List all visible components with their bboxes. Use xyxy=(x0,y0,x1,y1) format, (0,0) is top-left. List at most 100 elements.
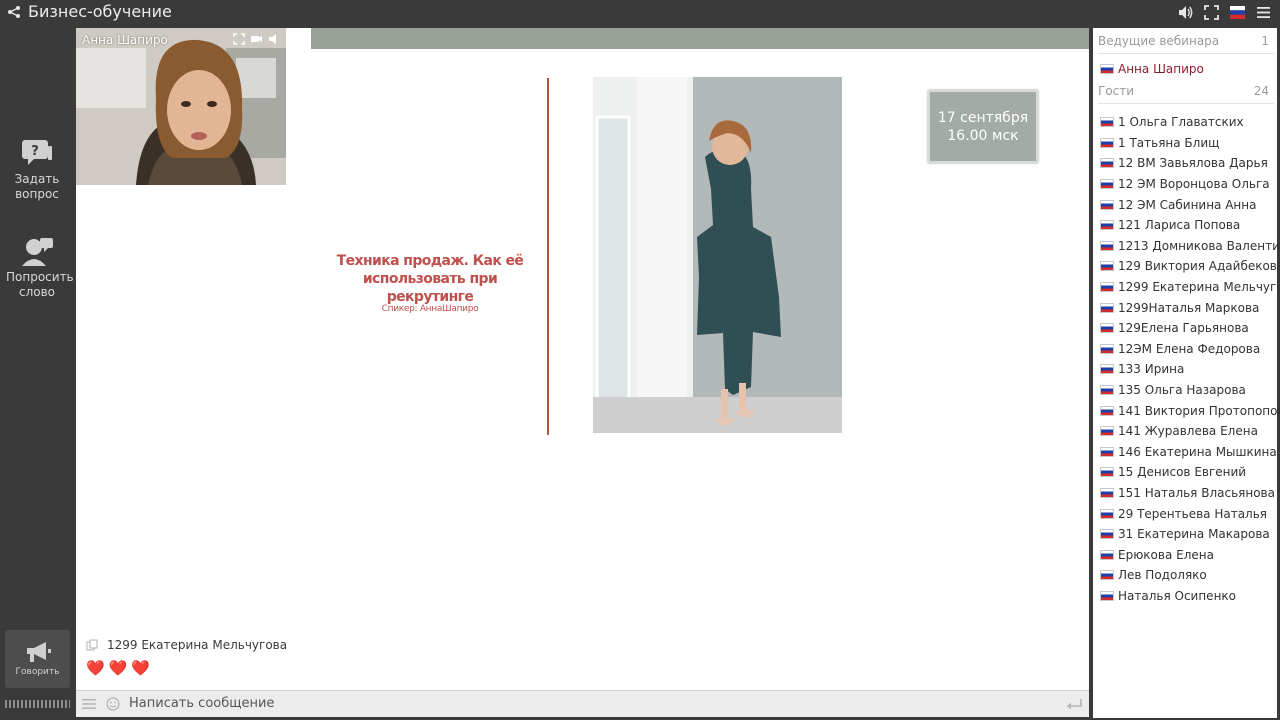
ask-question-button[interactable]: ? Задать вопрос xyxy=(0,138,74,202)
menu-icon[interactable] xyxy=(1255,4,1272,21)
heart-emoji: ❤️ xyxy=(108,659,128,677)
guest-item[interactable]: 141 Виктория Протопопова xyxy=(1100,400,1280,421)
heart-emoji: ❤️ xyxy=(131,659,151,677)
guest-item[interactable]: 1 Татьяна Блищ xyxy=(1100,133,1276,154)
guests-count: 24 xyxy=(1253,84,1269,98)
guest-item[interactable]: 129Елена Гарьянова xyxy=(1100,318,1276,339)
guest-item[interactable]: 1299 Екатерина Мельчугова xyxy=(1100,277,1280,298)
guest-item[interactable]: 135 Ольга Назарова xyxy=(1100,380,1276,401)
russia-flag-icon xyxy=(1100,529,1114,540)
guest-name: 141 Журавлева Елена xyxy=(1118,424,1258,439)
copy-icon[interactable] xyxy=(86,639,98,651)
guest-item[interactable]: 121 Лариса Попова xyxy=(1100,215,1276,236)
russia-flag-icon xyxy=(1100,467,1114,478)
fullscreen-icon[interactable] xyxy=(1203,4,1220,21)
guest-name: 133 Ирина xyxy=(1118,362,1185,377)
guest-item[interactable]: 12 ЭМ Воронцова Ольга xyxy=(1100,174,1276,195)
divider xyxy=(1098,103,1274,104)
guest-item[interactable]: 29 Терентьева Наталья xyxy=(1100,503,1276,524)
guest-item[interactable]: Ерюкова Елена xyxy=(1100,544,1276,565)
russia-flag-icon xyxy=(1100,426,1114,437)
guest-item[interactable]: 141 Журавлева Елена xyxy=(1100,421,1276,442)
russia-flag-icon xyxy=(1100,364,1114,375)
guest-name: 129Елена Гарьянова xyxy=(1118,321,1249,336)
guest-item[interactable]: 133 Ирина xyxy=(1100,359,1276,380)
guest-name: Лев Подоляко xyxy=(1118,568,1207,583)
guest-name: 15 Денисов Евгений xyxy=(1118,465,1247,480)
russia-flag-icon xyxy=(1100,199,1114,210)
emoji-icon[interactable] xyxy=(106,697,120,711)
volume-icon[interactable] xyxy=(1177,4,1194,21)
guest-name: 146 Екатерина Мышкина xyxy=(1118,444,1277,459)
top-bar: Бизнес-обучение xyxy=(0,0,1280,26)
question-bubble-icon: ? xyxy=(22,140,52,165)
guest-name: 1 Татьяна Блищ xyxy=(1118,135,1220,150)
guest-item[interactable]: Наталья Осипенко xyxy=(1100,586,1276,607)
ask-question-label: Задать вопрос xyxy=(14,172,60,201)
participants-panel: Ведущие вебинара 1 Анна Шапиро Гости 24 … xyxy=(1093,28,1280,718)
guest-name: 12ЭМ Елена Федорова xyxy=(1118,341,1261,356)
divider xyxy=(1098,53,1274,54)
date-line-1: 17 сентября xyxy=(937,110,1029,126)
russia-flag-icon xyxy=(1100,549,1114,560)
russia-flag-icon xyxy=(1100,323,1114,334)
guest-name: 135 Ольга Назарова xyxy=(1118,383,1246,398)
guest-name: 12 ЭМ Воронцова Ольга xyxy=(1118,177,1270,192)
guest-name: 1299 Екатерина Мельчугова xyxy=(1118,280,1280,295)
guest-name: 151 Наталья Власьянова xyxy=(1118,485,1275,500)
share-icon[interactable] xyxy=(7,5,21,19)
guest-item[interactable]: 12ЭМ Елена Федорова xyxy=(1100,339,1276,360)
host-name: Анна Шапиро xyxy=(1118,62,1204,76)
camera-icon[interactable] xyxy=(250,33,263,45)
guest-name: 29 Терентьева Наталья xyxy=(1118,506,1268,521)
guest-item[interactable]: 151 Наталья Власьянова xyxy=(1100,483,1276,504)
russia-flag-icon xyxy=(1100,343,1114,354)
webcam-video[interactable]: Анна Шапиро xyxy=(76,28,286,185)
list-icon[interactable] xyxy=(82,698,96,710)
expand-icon[interactable] xyxy=(233,33,245,45)
guest-item[interactable]: 146 Екатерина Мышкина xyxy=(1100,442,1277,463)
app-title: Бизнес-обучение xyxy=(28,2,172,21)
date-line-2: 16.00 мск xyxy=(947,128,1019,144)
speak-button[interactable]: Говорить xyxy=(5,630,70,688)
hosts-label: Ведущие вебинара xyxy=(1098,34,1220,48)
russia-flag-icon xyxy=(1100,261,1114,272)
guest-item[interactable]: 1213 Домникова Валентина xyxy=(1100,236,1280,257)
speak-label: Говорить xyxy=(15,667,60,677)
audio-level-bar xyxy=(5,700,70,708)
slide-divider xyxy=(547,78,549,435)
russia-flag-icon xyxy=(1100,405,1114,416)
guest-item[interactable]: Лев Подоляко xyxy=(1100,565,1276,586)
guest-item[interactable]: 129 Виктория Адайбекова xyxy=(1100,256,1280,277)
request-word-button[interactable]: Попросить слово xyxy=(0,236,74,300)
request-word-label: Попросить слово xyxy=(6,270,74,299)
guest-item[interactable]: 12 ВМ Завьялова Дарья xyxy=(1100,153,1276,174)
date-badge: 17 сентября 16.00 мск xyxy=(928,90,1038,163)
host-item[interactable]: Анна Шапиро xyxy=(1100,62,1204,76)
russia-flag-icon xyxy=(1100,64,1114,74)
guest-name: 1213 Домникова Валентина xyxy=(1118,238,1280,253)
russia-flag-icon xyxy=(1100,158,1114,169)
russia-flag-icon xyxy=(1100,446,1114,457)
megaphone-icon xyxy=(26,642,51,662)
russia-flag-icon xyxy=(1100,302,1114,313)
message-input[interactable]: Написать сообщение xyxy=(129,696,274,711)
guest-item[interactable]: 1 Ольга Главатских xyxy=(1100,112,1276,133)
speaker-photo xyxy=(593,77,842,433)
speaker-icon[interactable] xyxy=(268,33,280,45)
guest-name: Ерюкова Елена xyxy=(1118,547,1214,562)
language-flag-icon[interactable] xyxy=(1229,4,1246,21)
guest-name: 1 Ольга Главатских xyxy=(1118,115,1244,130)
russia-flag-icon xyxy=(1100,179,1114,190)
guest-item[interactable]: 12 ЭМ Сабинина Анна xyxy=(1100,194,1276,215)
guest-item[interactable]: 1299Наталья Маркова xyxy=(1100,297,1276,318)
guest-name: 31 Екатерина Макарова xyxy=(1118,527,1270,542)
webcam-presenter-name: Анна Шапиро xyxy=(82,33,168,47)
guest-item[interactable]: 15 Денисов Евгений xyxy=(1100,462,1276,483)
send-enter-icon[interactable] xyxy=(1065,698,1083,712)
svg-text:?: ? xyxy=(31,144,39,159)
guest-item[interactable]: 31 Екатерина Макарова xyxy=(1100,524,1276,545)
slide-title: Техника продаж. Как её использовать при … xyxy=(336,253,524,305)
russia-flag-icon xyxy=(1100,137,1114,148)
hosts-header: Ведущие вебинара 1 xyxy=(1098,34,1269,48)
